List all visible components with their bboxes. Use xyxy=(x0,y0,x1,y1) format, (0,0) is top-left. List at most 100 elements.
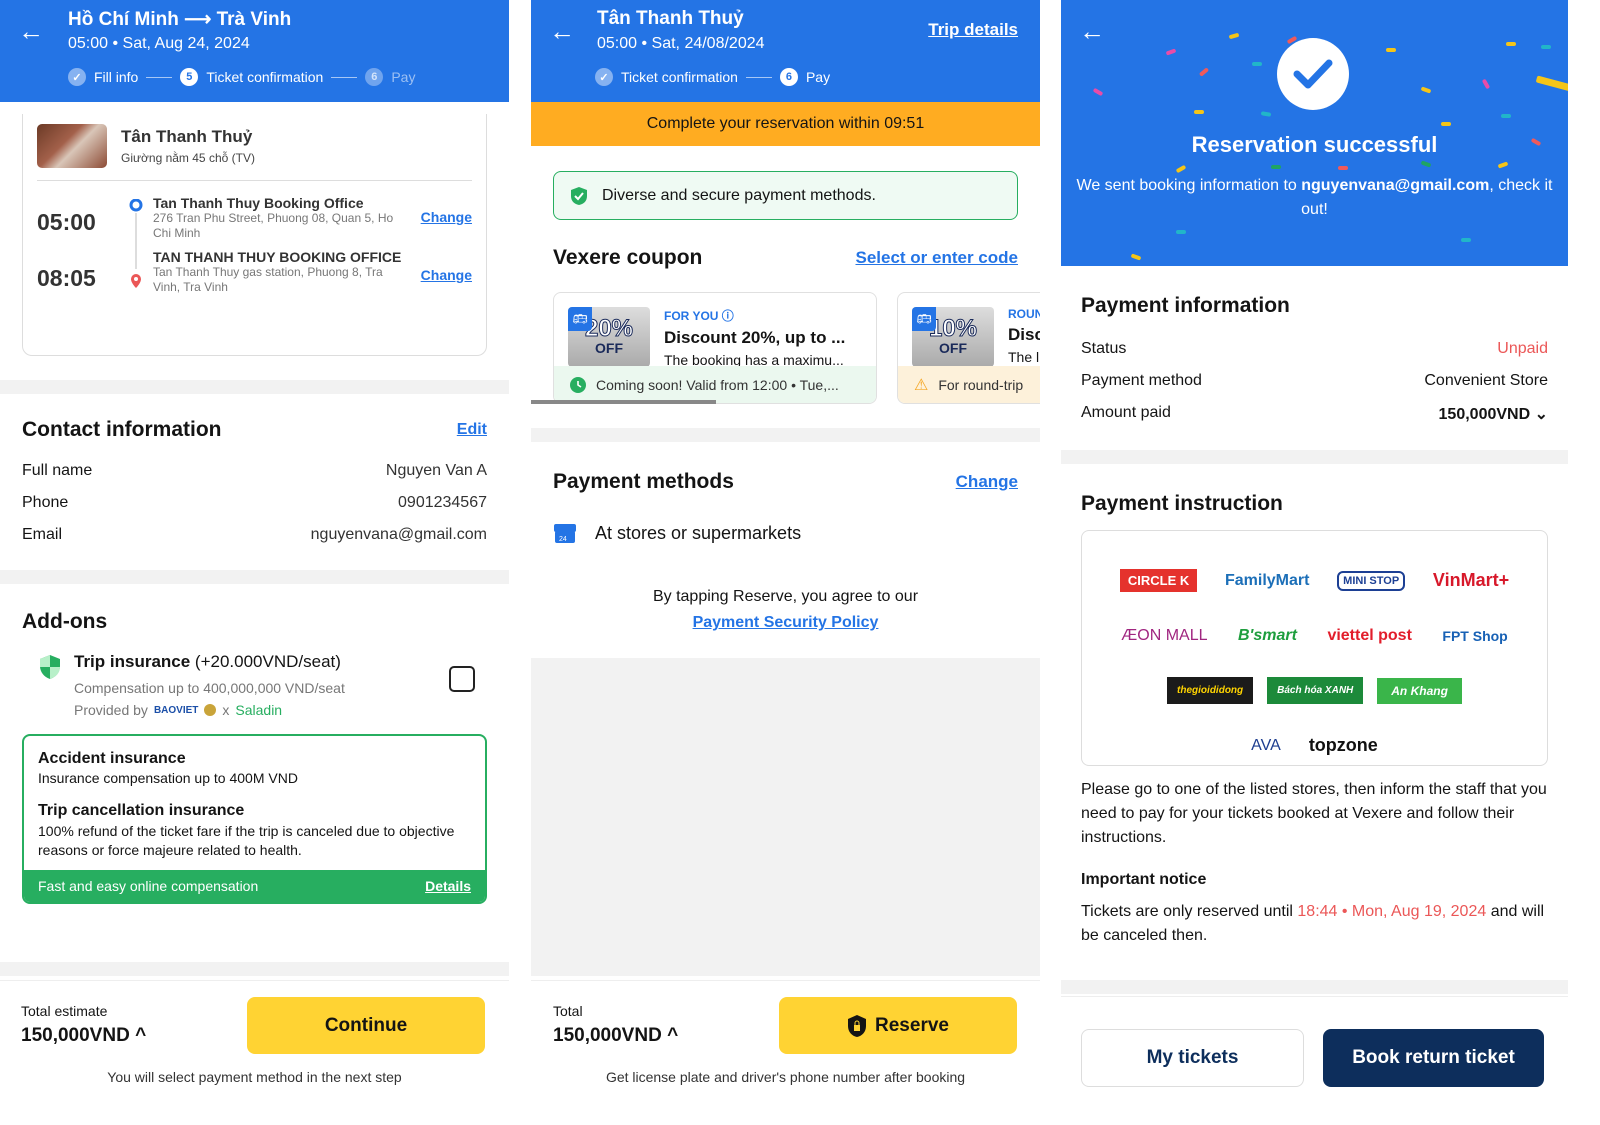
payment-method: At stores or supermarkets xyxy=(595,522,802,543)
insurance-checkbox[interactable] xyxy=(449,666,475,692)
step-pay: Pay xyxy=(805,69,831,85)
coupon-footer: Coming soon! Valid from 12:00 • Tue,... xyxy=(596,376,839,393)
coupon-carousel[interactable]: 🚌︎ 20% OFF FOR YOU ⓘ Discount 20%, up to .… xyxy=(531,292,1040,404)
stepper: ✓ Fill info 5 Ticket confirmation 6 Pay xyxy=(68,68,415,86)
confetti-piece xyxy=(1271,165,1281,169)
store-logo: An Khang xyxy=(1377,677,1462,704)
info-label: Amount paid xyxy=(1081,404,1171,421)
coupon-card[interactable]: 🚌︎10%OFF ROUN Disc The l ⚠ For round-trip xyxy=(897,292,1040,404)
coupon-card[interactable]: 🚌︎ 20% OFF FOR YOU ⓘ Discount 20%, up to .… xyxy=(553,292,877,404)
my-tickets-button[interactable]: My tickets xyxy=(1081,1029,1304,1087)
store-logo: VinMart+ xyxy=(1432,570,1510,590)
store-24h-icon: 24 xyxy=(554,524,576,543)
trip-datetime: 05:00 • Sat, 24/08/2024 xyxy=(597,35,765,52)
check-icon: ✓ xyxy=(595,68,613,86)
shield-icon xyxy=(40,655,60,679)
back-arrow-icon[interactable]: ← xyxy=(18,18,44,44)
store-logo: FPT Shop xyxy=(1442,627,1508,644)
change-dropoff-link[interactable]: Change xyxy=(421,267,472,283)
total-label: Total estimate xyxy=(21,1003,108,1019)
countdown-banner: Complete your reservation within 09:51 xyxy=(531,102,1040,146)
compensation-footer: Fast and easy online compensation xyxy=(38,878,259,894)
details-link[interactable]: Details xyxy=(425,878,471,894)
check-icon: ✓ xyxy=(68,68,86,86)
store-logo: ÆON MALL xyxy=(1121,626,1208,644)
coupon-percent: 10% xyxy=(928,315,978,342)
accident-desc: Insurance compensation up to 400M VND xyxy=(38,770,298,786)
contact-section: Contact information Edit Full name Nguyen … xyxy=(0,394,509,544)
confetti-piece xyxy=(1501,114,1511,118)
baoviet-globe-icon xyxy=(204,704,217,716)
confetti-piece xyxy=(1165,48,1177,56)
footer-note: You will select payment method in the ne… xyxy=(107,1069,402,1085)
status-value: Unpaid xyxy=(1497,340,1548,357)
total-label: Total xyxy=(553,1003,583,1019)
cancel-title: Trip cancellation insurance xyxy=(38,802,245,819)
dropoff-stop: 08:05 TAN THANH THUY BOOKING OFFICE Tan T… xyxy=(37,249,472,295)
step-number: 6 xyxy=(365,68,384,86)
map-pin-icon xyxy=(131,274,141,288)
method-value: Convenient Store xyxy=(1424,372,1548,389)
back-arrow-icon[interactable]: ← xyxy=(1079,18,1105,44)
trip-details-link[interactable]: Trip details xyxy=(928,20,1018,40)
stepper: ✓ Ticket confirmation 6 Pay xyxy=(595,68,830,86)
operator-title: Tân Thanh Thuỷ xyxy=(597,8,744,29)
coupon-tag: ROUN xyxy=(1008,307,1040,321)
back-arrow-icon[interactable]: ← xyxy=(549,18,575,44)
insurance-details-box: Accident insurance Insurance compensatio… xyxy=(22,734,487,904)
reserve-button[interactable]: Reserve xyxy=(779,997,1017,1054)
notice-pre: Tickets are only reserved until xyxy=(1081,903,1298,920)
payment-screen: ← Tân Thanh Thuỷ 05:00 • Sat, 24/08/2024… xyxy=(531,0,1040,1105)
confetti-piece xyxy=(1176,230,1186,234)
coupon-image: 🚌︎ 20% OFF xyxy=(568,307,650,367)
store-logo: B'smart xyxy=(1238,626,1297,644)
carousel-scrollbar[interactable] xyxy=(531,400,716,404)
lock-shield-icon xyxy=(848,1014,867,1037)
email: nguyenvana@gmail.com xyxy=(1301,177,1490,194)
pickup-time: 05:00 xyxy=(37,209,96,235)
info-label: Status xyxy=(1081,340,1127,357)
step-ticket-confirmation: Ticket confirmation xyxy=(621,69,738,85)
section-divider xyxy=(0,570,509,584)
route-title: Hồ Chí Minh ⟶ Trà Vinh xyxy=(68,9,292,30)
contact-value: nguyenvana@gmail.com xyxy=(310,526,487,543)
payment-info-title: Payment information xyxy=(1081,294,1290,317)
total-amount-toggle[interactable]: 150,000VND ^ xyxy=(553,1025,678,1047)
confetti-piece xyxy=(1194,110,1204,114)
provided-by-label: Provided by xyxy=(74,702,148,718)
change-pickup-link[interactable]: Change xyxy=(421,209,472,225)
contact-title: Contact information xyxy=(22,418,222,441)
bus-thumbnail xyxy=(37,124,107,168)
saladin-logo: Saladin xyxy=(235,702,283,718)
success-desc: We sent booking information to nguyenvan… xyxy=(1061,174,1568,222)
change-payment-link[interactable]: Change xyxy=(956,472,1018,492)
store-logo: MINI STOP xyxy=(1337,570,1406,591)
book-return-button[interactable]: Book return ticket xyxy=(1323,1029,1544,1087)
confetti-piece xyxy=(1260,111,1272,117)
secure-payment-banner: Diverse and secure payment methods. xyxy=(553,171,1018,220)
store-logo: FamilyMart xyxy=(1224,571,1310,589)
confetti-piece xyxy=(1338,166,1348,170)
confetti-piece xyxy=(1497,161,1509,169)
select-coupon-link[interactable]: Select or enter code xyxy=(855,248,1018,268)
agree-text: By tapping Reserve, you agree to our xyxy=(652,588,919,605)
edit-contact-link[interactable]: Edit xyxy=(457,421,487,439)
confetti-piece xyxy=(1541,45,1551,49)
confetti-piece xyxy=(1441,122,1451,126)
amount-toggle[interactable]: 150,000VND ⌄ xyxy=(1439,404,1548,424)
notice-title: Important notice xyxy=(1081,871,1207,888)
contact-value: 0901234567 xyxy=(398,494,487,511)
total-amount-toggle[interactable]: 150,000VND ^ xyxy=(21,1025,146,1047)
contact-value: Nguyen Van A xyxy=(385,462,487,479)
section-divider xyxy=(1061,980,1568,994)
continue-button[interactable]: Continue xyxy=(247,997,485,1054)
baoviet-logo: BAOVIET xyxy=(153,704,199,716)
desc-text: We sent booking information to xyxy=(1076,177,1302,194)
confetti-piece xyxy=(1506,42,1516,46)
cancel-desc: 100% refund of the ticket fare if the tr… xyxy=(38,823,455,858)
payment-policy-link[interactable]: Payment Security Policy xyxy=(693,614,879,631)
compensation-text: Compensation up to 400,000,000 VND/seat xyxy=(74,680,345,696)
info-icon[interactable]: ⓘ xyxy=(722,309,734,323)
trip-card: Tân Thanh Thuỷ Giường nằm 45 chỗ (TV) 05… xyxy=(22,114,487,356)
step-number: 6 xyxy=(779,68,798,86)
